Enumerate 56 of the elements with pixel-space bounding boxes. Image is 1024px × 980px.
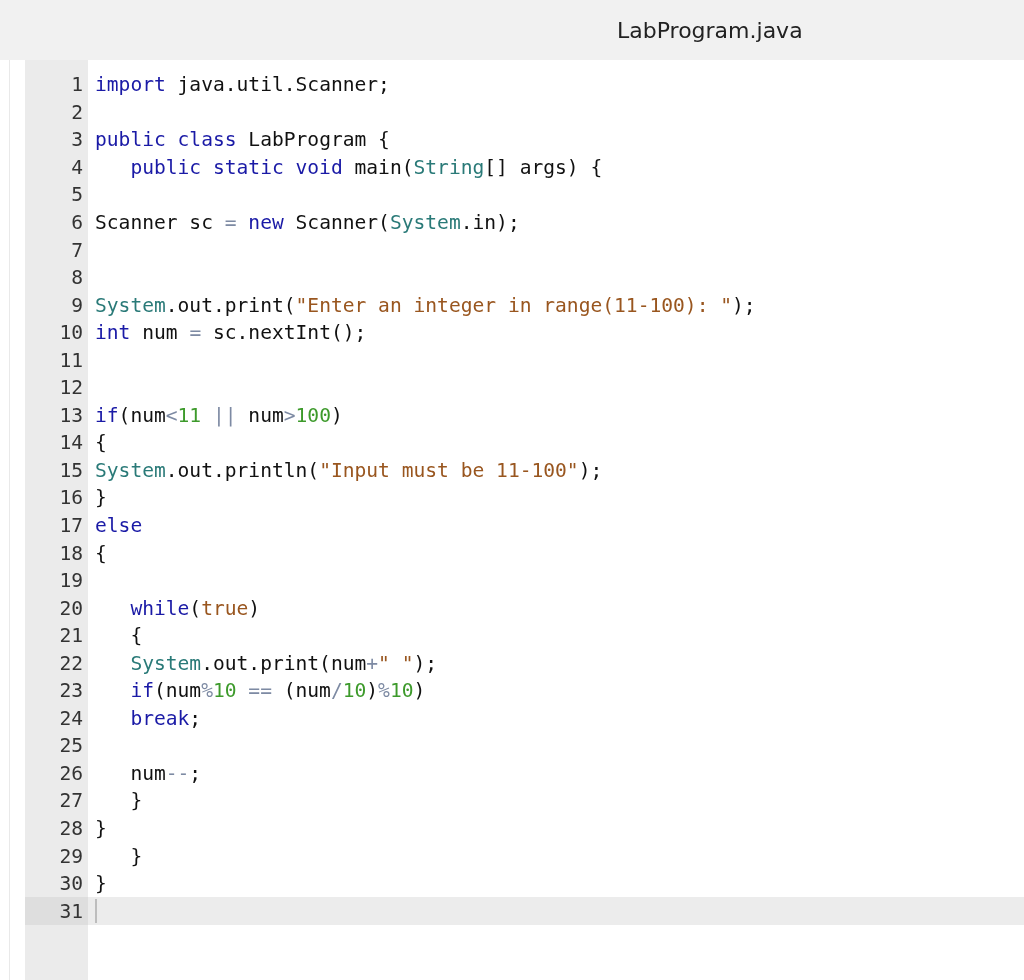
code-line: else xyxy=(95,514,143,537)
code-line: } xyxy=(95,486,107,510)
line-number: 3 xyxy=(71,128,83,152)
code-line: break; xyxy=(130,706,202,730)
code-line: public static void main(String[] args) { xyxy=(130,155,603,179)
code-line: import java.util.Scanner; xyxy=(95,73,390,97)
line-number: 12 xyxy=(59,376,83,400)
code-line: num--; xyxy=(130,761,202,785)
code-line: } xyxy=(130,844,143,868)
code-line: System.out.print("Enter an integer in range(11-100): "); xyxy=(95,293,756,317)
code-line: System.out.println("Input must be 11-100"); xyxy=(95,458,603,482)
code-editor[interactable] xyxy=(25,60,1024,980)
code-line: } xyxy=(95,817,107,841)
file-title: LabProgram.java xyxy=(617,17,803,43)
line-number: 21 xyxy=(59,624,83,648)
line-number: 2 xyxy=(71,100,83,124)
line-number: 30 xyxy=(59,872,83,896)
line-number: 27 xyxy=(59,789,83,813)
line-number: 14 xyxy=(59,431,83,455)
code-line: } xyxy=(95,872,107,896)
code-line: { xyxy=(95,541,107,565)
line-number: 25 xyxy=(59,734,83,758)
line-number: 24 xyxy=(59,706,83,730)
line-number: 29 xyxy=(59,844,83,868)
line-number: 20 xyxy=(59,596,83,620)
code-line: if(num%10 == (num/10)%10) xyxy=(130,679,426,703)
code-line: { xyxy=(130,624,143,648)
line-number: 11 xyxy=(59,348,83,372)
line-number: 4 xyxy=(71,155,83,179)
line-number: 26 xyxy=(59,761,83,785)
line-number: 13 xyxy=(59,403,83,427)
text-cursor xyxy=(95,899,97,924)
code-line: while(true) xyxy=(130,596,261,620)
line-number: 15 xyxy=(59,458,83,482)
line-number: 7 xyxy=(71,238,83,262)
line-number: 10 xyxy=(59,321,83,345)
line-number: 6 xyxy=(71,211,83,234)
line-number: 1 xyxy=(71,73,83,97)
line-number: 22 xyxy=(59,651,83,675)
line-number: 31 xyxy=(59,899,83,923)
code-line: public class LabProgram { xyxy=(95,128,390,152)
code-line: System.out.print(num+" "); xyxy=(130,651,438,675)
line-number: 23 xyxy=(59,679,83,703)
line-number: 9 xyxy=(71,293,83,317)
line-number: 8 xyxy=(71,266,83,290)
code-line: } xyxy=(130,789,143,813)
line-number: 16 xyxy=(59,486,83,510)
code-line: if(num<11 || num>100) xyxy=(95,403,343,427)
code-line: int num = sc.nextInt(); xyxy=(95,321,367,345)
line-number: 18 xyxy=(59,541,83,565)
code-line: Scanner sc = new Scanner(System.in); xyxy=(95,211,520,234)
line-number: 17 xyxy=(59,514,83,537)
line-number: 5 xyxy=(71,183,83,207)
code-line: { xyxy=(95,431,107,455)
line-number: 28 xyxy=(59,817,83,841)
line-number: 19 xyxy=(59,569,83,593)
